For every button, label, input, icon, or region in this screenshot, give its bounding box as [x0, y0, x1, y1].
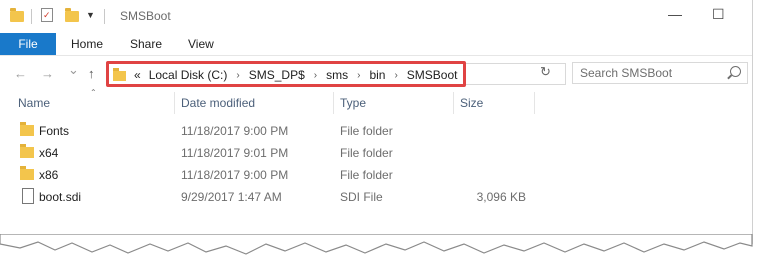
file-name: Fonts [39, 124, 70, 138]
tab-file[interactable]: File [0, 33, 56, 55]
ribbon-tabs: File Home Share View [0, 33, 752, 56]
divider [104, 9, 105, 24]
folder-icon [20, 144, 34, 158]
address-bar[interactable]: « Local Disk (C:) › SMS_DP$ › sms › bin … [106, 61, 466, 87]
column-header-type[interactable]: Type [340, 96, 366, 110]
column-divider[interactable] [453, 92, 454, 114]
breadcrumb-smsboot[interactable]: SMSBoot [407, 68, 458, 82]
folder-icon [20, 122, 34, 136]
file-date: 9/29/2017 1:47 AM [181, 190, 282, 204]
back-button[interactable]: ← [14, 66, 27, 81]
torn-edge [0, 234, 753, 255]
search-icon [730, 66, 741, 77]
file-row-x86[interactable]: x86 11/18/2017 9:00 PM File folder [0, 164, 752, 186]
address-bar-extension[interactable] [466, 63, 566, 85]
column-divider[interactable] [174, 92, 175, 114]
title-bar: ✓ ▼ SMSBoot — ☐ [0, 0, 752, 32]
file-type: File folder [340, 168, 393, 182]
folder-icon [10, 8, 24, 22]
file-type: SDI File [340, 190, 383, 204]
column-header-date[interactable]: Date modified [181, 96, 255, 110]
file-row-fonts[interactable]: Fonts 11/18/2017 9:00 PM File folder [0, 120, 752, 142]
file-size: 3,096 KB [476, 190, 526, 204]
file-row-boot-sdi[interactable]: boot.sdi 9/29/2017 1:47 AM SDI File 3,09… [0, 186, 752, 208]
column-headers: ⌃ Name Date modified Type Size [0, 88, 752, 114]
breadcrumb: « Local Disk (C:) › SMS_DP$ › sms › bin … [113, 66, 458, 84]
chevron-right-icon[interactable]: › [314, 70, 317, 81]
file-name: x86 [39, 168, 59, 182]
file-row-x64[interactable]: x64 11/18/2017 9:01 PM File folder [0, 142, 752, 164]
folder-icon [20, 166, 34, 180]
chevron-right-icon[interactable]: › [236, 70, 239, 81]
file-type: File folder [340, 146, 393, 160]
file-type: File folder [340, 124, 393, 138]
file-date: 11/18/2017 9:01 PM [181, 146, 289, 160]
new-folder-icon[interactable] [65, 8, 79, 22]
column-divider[interactable] [534, 92, 535, 114]
window-title: SMSBoot [120, 9, 171, 23]
search-placeholder: Search SMSBoot [580, 66, 673, 80]
column-divider[interactable] [333, 92, 334, 114]
divider [31, 9, 32, 24]
tab-view[interactable]: View [188, 33, 214, 55]
properties-icon[interactable]: ✓ [41, 8, 53, 22]
chevron-right-icon[interactable]: › [394, 70, 397, 81]
file-date: 11/18/2017 9:00 PM [181, 168, 289, 182]
folder-icon [113, 68, 126, 81]
tab-share[interactable]: Share [130, 33, 162, 55]
breadcrumb-sms-dp[interactable]: SMS_DP$ [249, 68, 305, 82]
breadcrumb-local-disk[interactable]: Local Disk (C:) [149, 68, 228, 82]
recent-locations-button[interactable]: ⌄ [68, 62, 79, 78]
file-name: x64 [39, 146, 59, 160]
up-button[interactable]: ↑ [88, 66, 95, 81]
forward-button[interactable]: → [41, 66, 54, 81]
minimize-button[interactable]: — [668, 6, 682, 22]
sort-indicator-icon: ⌃ [90, 88, 97, 97]
tab-home[interactable]: Home [71, 33, 103, 55]
breadcrumb-sms[interactable]: sms [326, 68, 348, 82]
chevron-right-icon[interactable]: › [357, 70, 360, 81]
breadcrumb-overflow[interactable]: « [134, 68, 141, 82]
column-header-size[interactable]: Size [460, 96, 483, 110]
search-input[interactable]: Search SMSBoot [572, 62, 748, 84]
file-name: boot.sdi [39, 190, 82, 204]
breadcrumb-bin[interactable]: bin [369, 68, 385, 82]
maximize-button[interactable]: ☐ [712, 6, 725, 23]
column-header-name[interactable]: Name [18, 96, 50, 110]
file-date: 11/18/2017 9:00 PM [181, 124, 289, 138]
customize-toolbar-icon[interactable]: ▼ [86, 10, 95, 20]
refresh-button[interactable]: ↻ [540, 64, 551, 80]
file-icon [22, 188, 34, 204]
explorer-window: ✓ ▼ SMSBoot — ☐ File Home Share View ← →… [0, 0, 753, 244]
